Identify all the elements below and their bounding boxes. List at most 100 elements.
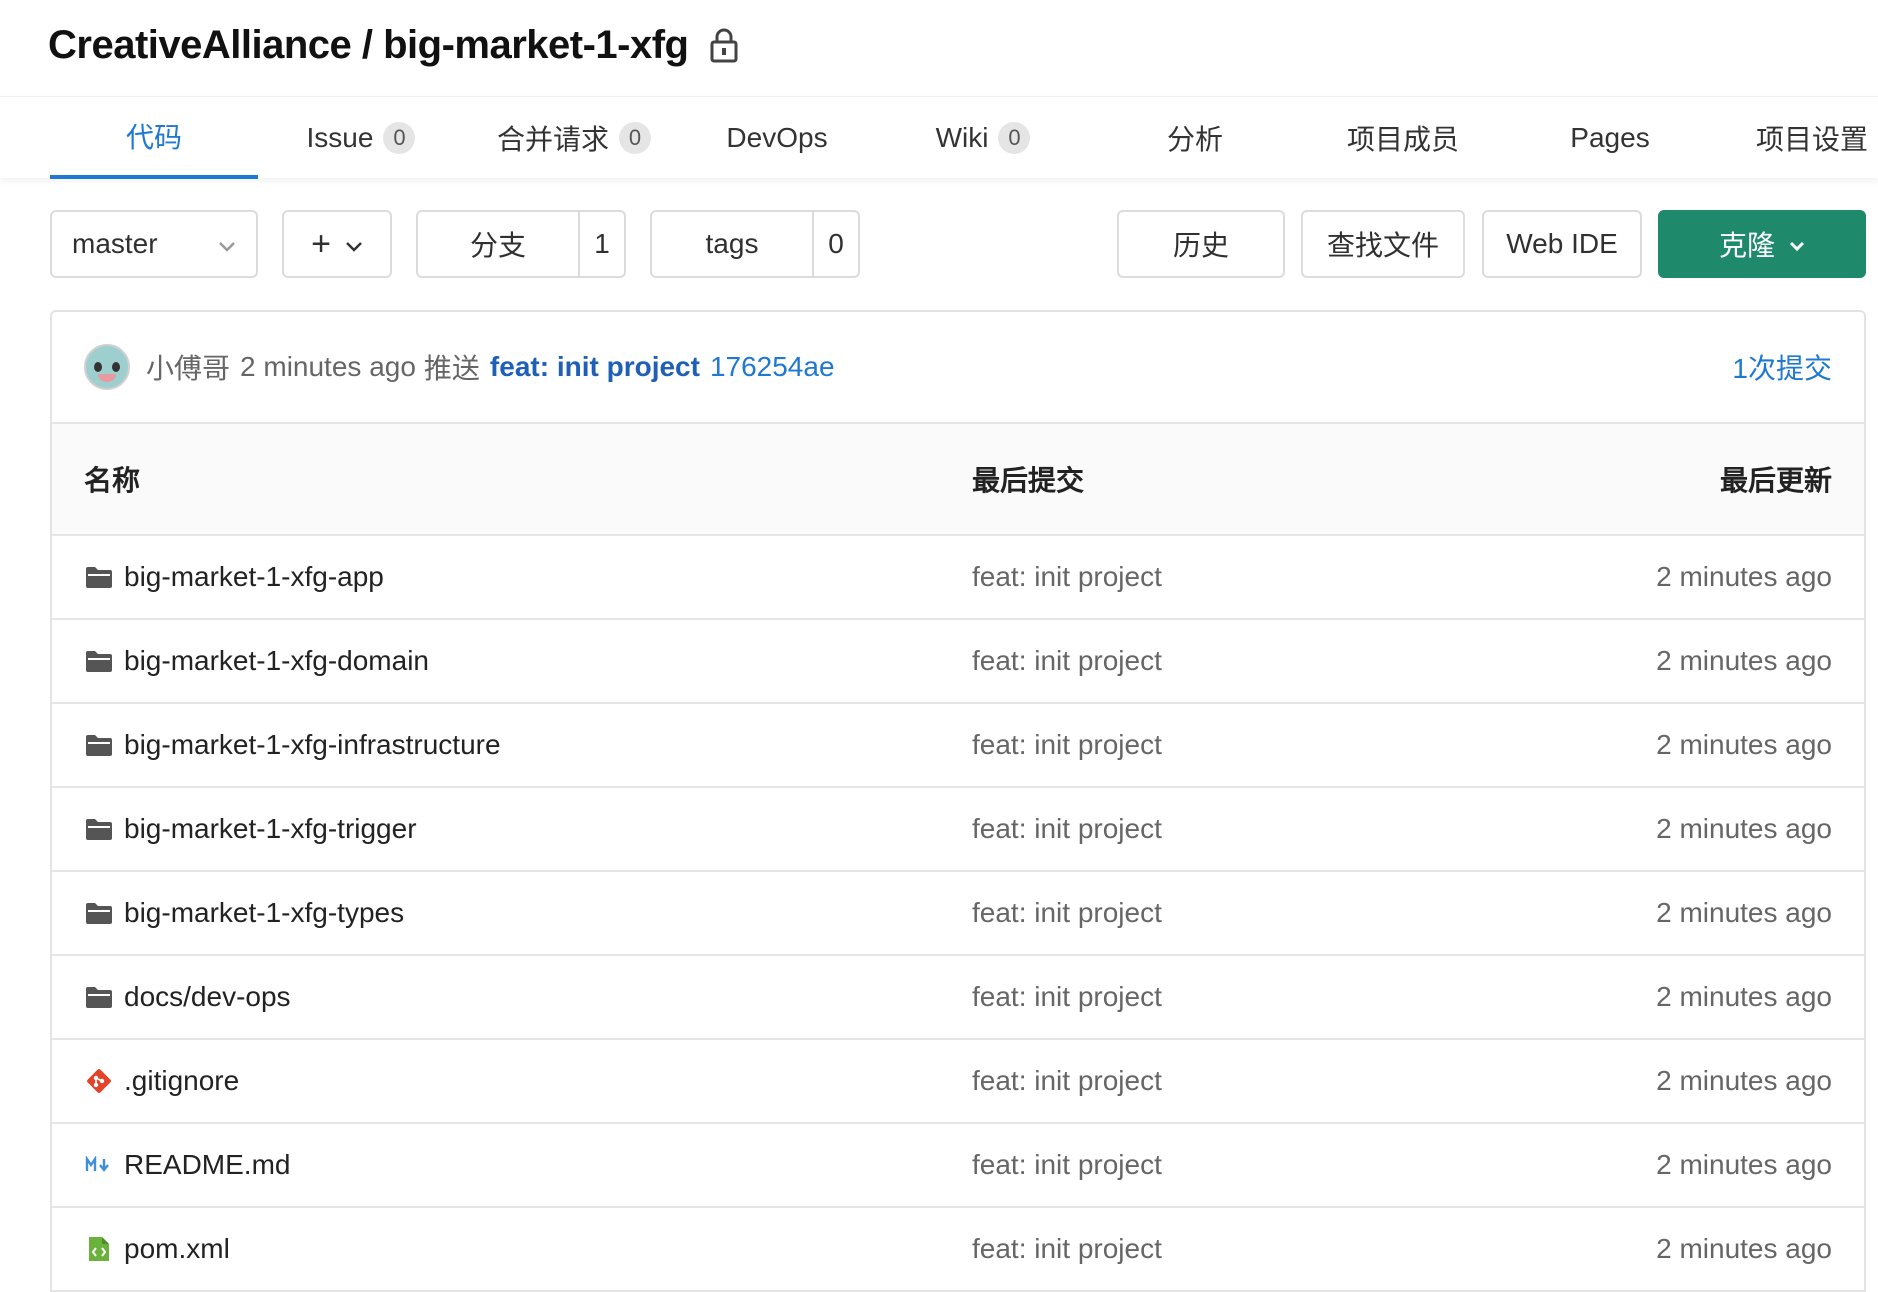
tab-devops[interactable]: DevOps	[712, 97, 842, 179]
folder-icon	[84, 730, 114, 760]
commit-sha-link[interactable]: 176254ae	[710, 351, 835, 383]
branch-name: master	[72, 228, 158, 259]
file-link[interactable]: pom.xml	[84, 1233, 230, 1265]
table-row: pom.xml feat: init project 2 minutes ago	[52, 1208, 1864, 1292]
last-commit-bar: 小傅哥 2 minutes ago 推送 feat: init project …	[52, 312, 1864, 424]
tags-button[interactable]: tags 0	[650, 210, 860, 278]
file-name: .gitignore	[124, 1065, 240, 1096]
tab-wiki[interactable]: Wiki 0	[928, 97, 1038, 179]
table-row: big-market-1-xfg-types feat: init projec…	[52, 872, 1864, 956]
file-link[interactable]: docs/dev-ops	[84, 981, 291, 1013]
history-button[interactable]: 历史	[1117, 210, 1285, 278]
file-commit-link[interactable]: feat: init project	[972, 561, 1162, 593]
add-dropdown-button[interactable]: +	[282, 210, 392, 278]
clone-button[interactable]: 克隆	[1658, 210, 1866, 278]
file-commit-link[interactable]: feat: init project	[972, 897, 1162, 929]
project-breadcrumb[interactable]: CreativeAlliance / big-market-1-xfg	[48, 23, 689, 68]
xml-file-icon	[84, 1234, 114, 1264]
file-link[interactable]: README.md	[84, 1149, 290, 1181]
commit-verb: 推送	[423, 353, 480, 384]
tab-label: 合并请求	[496, 124, 609, 155]
header-last-commit: 最后提交	[972, 465, 1085, 496]
table-row: README.md feat: init project 2 minutes a…	[52, 1124, 1864, 1208]
file-updated: 2 minutes ago	[1656, 645, 1832, 676]
commit-count-link[interactable]: 1次提交	[1732, 347, 1832, 387]
file-updated: 2 minutes ago	[1656, 561, 1832, 592]
branches-count: 1	[578, 212, 624, 276]
tab-label: Pages	[1570, 122, 1650, 153]
file-link[interactable]: big-market-1-xfg-app	[84, 561, 384, 593]
tab-issue[interactable]: Issue 0	[296, 97, 426, 179]
file-name: big-market-1-xfg-app	[124, 561, 384, 592]
file-link[interactable]: big-market-1-xfg-infrastructure	[84, 729, 501, 761]
issue-count-badge: 0	[383, 122, 416, 154]
tab-label: Issue	[306, 122, 374, 153]
file-commit-link[interactable]: feat: init project	[972, 1233, 1162, 1265]
folder-icon	[84, 898, 114, 928]
tab-label: 代码	[125, 122, 182, 153]
file-link[interactable]: big-market-1-xfg-domain	[84, 645, 429, 677]
file-updated: 2 minutes ago	[1656, 1149, 1832, 1180]
branches-label: 分支	[469, 230, 526, 261]
folder-icon	[84, 814, 114, 844]
plus-icon: +	[311, 225, 331, 263]
commit-author[interactable]: 小傅哥	[146, 347, 230, 387]
branch-selector[interactable]: master	[50, 210, 258, 278]
tags-count: 0	[812, 212, 858, 276]
tab-pages[interactable]: Pages	[1560, 97, 1660, 179]
tab-label: Wiki	[935, 122, 989, 153]
find-file-button[interactable]: 查找文件	[1301, 210, 1465, 278]
tab-label: 项目成员	[1346, 124, 1459, 155]
file-name: big-market-1-xfg-types	[124, 897, 405, 928]
file-commit-link[interactable]: feat: init project	[972, 1065, 1162, 1097]
web-ide-button[interactable]: Web IDE	[1482, 210, 1642, 278]
file-name: big-market-1-xfg-infrastructure	[124, 729, 501, 760]
file-commit-link[interactable]: feat: init project	[972, 645, 1162, 677]
chevron-down-icon	[1789, 228, 1805, 260]
table-row: docs/dev-ops feat: init project 2 minute…	[52, 956, 1864, 1040]
file-name: big-market-1-xfg-trigger	[124, 813, 417, 844]
tab-members[interactable]: 项目成员	[1338, 97, 1468, 179]
tab-settings[interactable]: 项目设置	[1756, 97, 1878, 179]
project-header: CreativeAlliance / big-market-1-xfg	[48, 10, 739, 80]
clone-label: 克隆	[1718, 230, 1775, 261]
file-commit-link[interactable]: feat: init project	[972, 1149, 1162, 1181]
file-name: pom.xml	[124, 1233, 230, 1264]
file-updated: 2 minutes ago	[1656, 981, 1832, 1012]
header-last-update: 最后更新	[1719, 465, 1832, 496]
tags-label: tags	[705, 228, 759, 259]
table-row: big-market-1-xfg-infrastructure feat: in…	[52, 704, 1864, 788]
avatar[interactable]	[84, 344, 130, 390]
file-updated: 2 minutes ago	[1656, 897, 1832, 928]
file-name: big-market-1-xfg-domain	[124, 645, 429, 676]
table-row: big-market-1-xfg-app feat: init project …	[52, 536, 1864, 620]
merge-request-count-badge: 0	[619, 122, 651, 154]
tab-label: DevOps	[726, 122, 828, 153]
markdown-icon	[84, 1150, 114, 1180]
file-updated: 2 minutes ago	[1656, 1065, 1832, 1096]
file-updated: 2 minutes ago	[1656, 813, 1832, 844]
file-link[interactable]: .gitignore	[84, 1065, 239, 1097]
table-row: big-market-1-xfg-trigger feat: init proj…	[52, 788, 1864, 872]
tab-label: 项目设置	[1756, 124, 1869, 155]
folder-icon	[84, 562, 114, 592]
file-updated: 2 minutes ago	[1656, 729, 1832, 760]
file-link[interactable]: big-market-1-xfg-types	[84, 897, 404, 929]
file-commit-link[interactable]: feat: init project	[972, 981, 1162, 1013]
file-updated: 2 minutes ago	[1656, 1233, 1832, 1264]
tab-analytics[interactable]: 分析	[1150, 97, 1240, 179]
file-name: README.md	[124, 1149, 291, 1180]
tab-merge-requests[interactable]: 合并请求 0	[486, 97, 662, 179]
file-commit-link[interactable]: feat: init project	[972, 729, 1162, 761]
tab-code[interactable]: 代码	[50, 97, 258, 179]
chevron-down-icon	[218, 228, 236, 260]
commit-message-link[interactable]: feat: init project	[490, 351, 700, 383]
wiki-count-badge: 0	[998, 122, 1031, 154]
file-commit-link[interactable]: feat: init project	[972, 813, 1162, 845]
file-name: docs/dev-ops	[124, 981, 291, 1012]
table-row: .gitignore feat: init project 2 minutes …	[52, 1040, 1864, 1124]
file-link[interactable]: big-market-1-xfg-trigger	[84, 813, 417, 845]
folder-icon	[84, 646, 114, 676]
branches-button[interactable]: 分支 1	[416, 210, 626, 278]
git-icon	[84, 1066, 114, 1096]
